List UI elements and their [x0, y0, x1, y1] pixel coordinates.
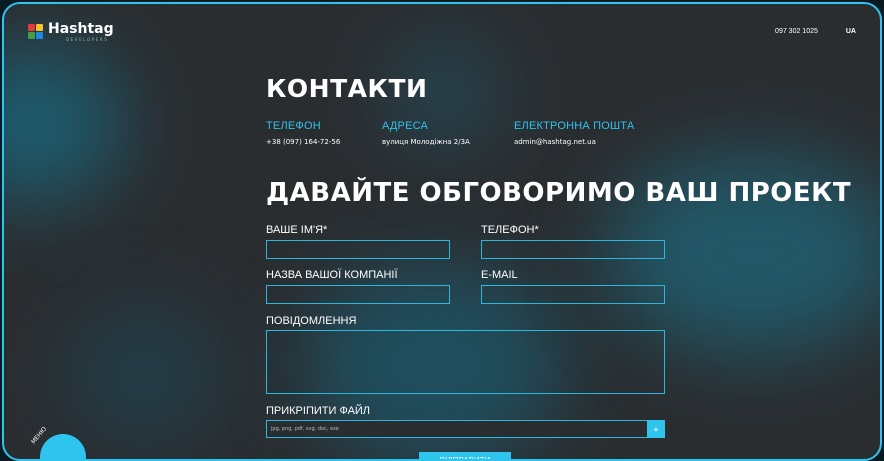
- contact-email: ЕЛЕКТРОННА ПОШТА admin@hashtag.net.ua: [514, 120, 634, 146]
- hashtag-logo-icon: [28, 24, 44, 40]
- page-frame: Hashtag DEVELOPERS 097 302 1025 UA КОНТА…: [2, 2, 882, 461]
- bg-glow: [64, 304, 224, 444]
- brand-subtitle: DEVELOPERS: [66, 37, 109, 42]
- company-input[interactable]: [266, 285, 450, 304]
- file-upload[interactable]: jpg, png, pdf, svg, doc, exe +: [266, 420, 665, 438]
- header-right: 097 302 1025 UA: [775, 28, 856, 35]
- file-label: ПРИКРІПИТИ ФАЙЛ: [266, 405, 371, 417]
- email-label: E-MAIL: [481, 269, 518, 281]
- name-label: ВАШЕ ІМ'Я*: [266, 224, 328, 236]
- phone-input[interactable]: [481, 240, 665, 259]
- name-input[interactable]: [266, 240, 450, 259]
- contact-address-label: АДРЕСА: [382, 120, 429, 132]
- contact-email-label: ЕЛЕКТРОННА ПОШТА: [514, 120, 635, 132]
- contact-phone: ТЕЛЕФОН +38 (097) 164-72-56: [266, 120, 340, 146]
- phone-label: ТЕЛЕФОН*: [481, 224, 539, 236]
- submit-button[interactable]: ВІДПРАВИТИ: [419, 452, 511, 459]
- email-input[interactable]: [481, 285, 665, 304]
- contacts-title: КОНТАКТИ: [266, 74, 428, 103]
- attach-file-button[interactable]: +: [647, 420, 665, 438]
- company-label: НАЗВА ВАШОЇ КОМПАНІЇ: [266, 269, 398, 281]
- contact-phone-value[interactable]: +38 (097) 164-72-56: [266, 138, 340, 146]
- brand-logo[interactable]: Hashtag DEVELOPERS: [28, 22, 114, 42]
- contact-address: АДРЕСА вулиця Молодіжна 2/3А: [382, 120, 470, 146]
- file-placeholder: jpg, png, pdf, svg, doc, exe: [271, 426, 339, 432]
- form-title: ДАВАЙТЕ ОБГОВОРИМО ВАШ ПРОЕКТ: [266, 178, 852, 208]
- contact-phone-label: ТЕЛЕФОН: [266, 120, 321, 132]
- brand-name: Hashtag: [48, 21, 114, 37]
- language-switcher[interactable]: UA: [846, 28, 856, 35]
- contact-address-value: вулиця Молодіжна 2/3А: [382, 138, 470, 146]
- menu-button[interactable]: [40, 434, 86, 459]
- bg-glow: [4, 44, 124, 204]
- header-phone-link[interactable]: 097 302 1025: [775, 28, 818, 35]
- contact-email-value[interactable]: admin@hashtag.net.ua: [514, 138, 634, 146]
- message-label: ПОВІДОМЛЕННЯ: [266, 315, 357, 327]
- message-textarea[interactable]: [266, 330, 665, 394]
